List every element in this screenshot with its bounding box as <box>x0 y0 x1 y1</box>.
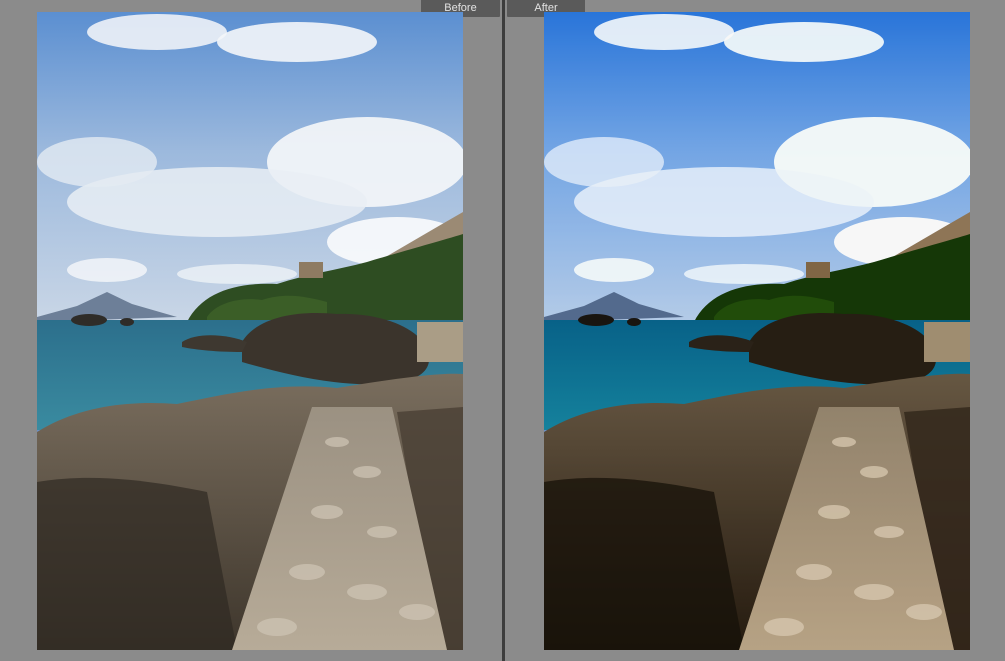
before-photo-image <box>37 12 463 650</box>
before-pane: Before <box>0 0 502 661</box>
after-photo[interactable] <box>544 12 970 650</box>
after-pane: After <box>505 0 1005 661</box>
before-photo[interactable] <box>37 12 463 650</box>
before-after-compare-view: Before After <box>0 0 1005 661</box>
after-photo-image <box>544 12 970 650</box>
